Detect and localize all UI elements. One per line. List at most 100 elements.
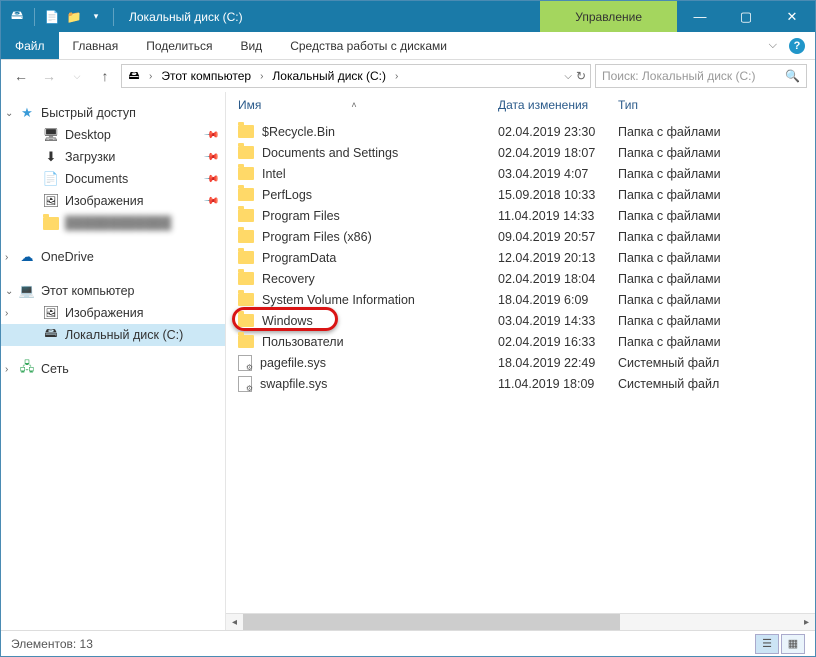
- file-row[interactable]: Intel03.04.2019 4:07Папка с файлами: [226, 163, 815, 184]
- folder-icon: [43, 215, 59, 231]
- sidebar-label: OneDrive: [41, 250, 94, 264]
- sidebar-quick-access[interactable]: ⌄ ★ Быстрый доступ: [1, 102, 225, 124]
- properties-icon[interactable]: 📄: [44, 9, 60, 25]
- qat-dropdown-icon[interactable]: ▾: [88, 9, 104, 25]
- sidebar-network[interactable]: › 🖧 Сеть: [1, 358, 225, 380]
- help-icon[interactable]: ?: [789, 38, 805, 54]
- chevron-down-icon[interactable]: ⌄: [5, 108, 13, 119]
- file-row[interactable]: Program Files11.04.2019 14:33Папка с фай…: [226, 205, 815, 226]
- file-name-cell[interactable]: Intel: [238, 167, 498, 181]
- file-name-cell[interactable]: Пользователи: [238, 335, 498, 349]
- sidebar-pictures-pc[interactable]: › 🖼 Изображения: [1, 302, 225, 324]
- drive-icon: 🖴: [9, 9, 25, 25]
- file-name-cell[interactable]: Program Files: [238, 209, 498, 223]
- file-row[interactable]: pagefile.sys18.04.2019 22:49Системный фа…: [226, 352, 815, 373]
- folder-icon: [238, 125, 254, 138]
- system-file-icon: [238, 376, 252, 392]
- file-row[interactable]: $Recycle.Bin02.04.2019 23:30Папка с файл…: [226, 121, 815, 142]
- column-date[interactable]: Дата изменения: [498, 98, 618, 112]
- folder-qat-icon[interactable]: 📁: [66, 9, 82, 25]
- address-dropdown-icon[interactable]: ⌵: [564, 71, 572, 82]
- recent-dropdown[interactable]: ⌵: [65, 64, 89, 88]
- forward-button[interactable]: →: [37, 64, 61, 88]
- address-right: ⌵ ↻: [564, 69, 586, 83]
- scroll-right-icon[interactable]: ▸: [798, 614, 815, 631]
- file-row[interactable]: Пользователи02.04.2019 16:33Папка с файл…: [226, 331, 815, 352]
- file-name-label: Documents and Settings: [262, 146, 398, 160]
- file-row[interactable]: Windows03.04.2019 14:33Папка с файлами: [226, 310, 815, 331]
- file-row[interactable]: swapfile.sys11.04.2019 18:09Системный фа…: [226, 373, 815, 394]
- details-view-button[interactable]: ☰: [755, 634, 779, 654]
- chevron-right-icon[interactable]: ›: [392, 71, 401, 82]
- tab-home[interactable]: Главная: [59, 32, 133, 59]
- sidebar-documents[interactable]: 📄 Documents 📌: [1, 168, 225, 190]
- file-name-label: $Recycle.Bin: [262, 125, 335, 139]
- file-name-cell[interactable]: $Recycle.Bin: [238, 125, 498, 139]
- breadcrumb-this-pc[interactable]: Этот компьютер: [159, 69, 253, 83]
- column-type[interactable]: Тип: [618, 98, 803, 112]
- scroll-thumb[interactable]: [243, 614, 620, 631]
- file-date-cell: 18.04.2019 6:09: [498, 293, 618, 307]
- file-name-cell[interactable]: Recovery: [238, 272, 498, 286]
- minimize-button[interactable]: —: [677, 1, 723, 32]
- breadcrumb-local-disk[interactable]: Локальный диск (C:): [270, 69, 388, 83]
- manage-tab[interactable]: Управление: [540, 1, 677, 32]
- file-row[interactable]: ProgramData12.04.2019 20:13Папка с файла…: [226, 247, 815, 268]
- explorer-window: 🖴 📄 📁 ▾ Локальный диск (C:) Управление —…: [0, 0, 816, 657]
- file-row[interactable]: System Volume Information18.04.2019 6:09…: [226, 289, 815, 310]
- ribbon-right: ⌵ ?: [769, 32, 815, 59]
- file-name-cell[interactable]: Program Files (x86): [238, 230, 498, 244]
- sidebar-desktop[interactable]: 🖥 Desktop 📌: [1, 124, 225, 146]
- file-row[interactable]: Recovery02.04.2019 18:04Папка с файлами: [226, 268, 815, 289]
- maximize-button[interactable]: ▢: [723, 1, 769, 32]
- sidebar-onedrive[interactable]: › ☁ OneDrive: [1, 246, 225, 268]
- chevron-right-icon[interactable]: ›: [5, 308, 8, 319]
- tab-view[interactable]: Вид: [226, 32, 276, 59]
- close-button[interactable]: ✕: [769, 1, 815, 32]
- search-input[interactable]: Поиск: Локальный диск (C:) 🔍: [595, 64, 807, 88]
- sidebar-local-disk[interactable]: 🖴 Локальный диск (C:): [1, 324, 225, 346]
- sidebar-pictures[interactable]: 🖼 Изображения 📌: [1, 190, 225, 212]
- file-name-cell[interactable]: Documents and Settings: [238, 146, 498, 160]
- file-row[interactable]: Program Files (x86)09.04.2019 20:57Папка…: [226, 226, 815, 247]
- sidebar-label: Изображения: [65, 306, 144, 320]
- chevron-down-icon[interactable]: ⌄: [5, 286, 13, 297]
- file-name-label: PerfLogs: [262, 188, 312, 202]
- chevron-right-icon[interactable]: ›: [146, 71, 155, 82]
- back-button[interactable]: ←: [9, 64, 33, 88]
- file-name-cell[interactable]: PerfLogs: [238, 188, 498, 202]
- chevron-right-icon[interactable]: ›: [257, 71, 266, 82]
- tab-file[interactable]: Файл: [1, 32, 59, 59]
- this-pc-group: ⌄ 💻 Этот компьютер › 🖼 Изображения 🖴 Лок…: [1, 280, 225, 346]
- file-name-cell[interactable]: Windows: [238, 314, 498, 328]
- pictures-icon: 🖼: [43, 305, 59, 321]
- file-name-cell[interactable]: pagefile.sys: [238, 355, 498, 371]
- refresh-icon[interactable]: ↻: [576, 69, 586, 83]
- file-name-cell[interactable]: ProgramData: [238, 251, 498, 265]
- sidebar-downloads[interactable]: ⬇ Загрузки 📌: [1, 146, 225, 168]
- file-row[interactable]: Documents and Settings02.04.2019 18:07Па…: [226, 142, 815, 163]
- sidebar-hidden-item[interactable]: ████████████: [1, 212, 225, 234]
- column-name[interactable]: Имя ˄: [238, 98, 498, 112]
- icons-view-button[interactable]: ▦: [781, 634, 805, 654]
- drive-icon: 🖴: [126, 68, 142, 84]
- chevron-right-icon[interactable]: ›: [5, 252, 8, 263]
- horizontal-scrollbar[interactable]: ◂ ▸: [226, 613, 815, 630]
- scroll-track[interactable]: [243, 614, 798, 631]
- tab-disk-tools[interactable]: Средства работы с дисками: [276, 32, 461, 59]
- sidebar-label: Documents: [65, 172, 128, 186]
- file-row[interactable]: PerfLogs15.09.2018 10:33Папка с файлами: [226, 184, 815, 205]
- file-name-cell[interactable]: swapfile.sys: [238, 376, 498, 392]
- ribbon-expand-icon[interactable]: ⌵: [769, 39, 777, 52]
- sidebar-this-pc[interactable]: ⌄ 💻 Этот компьютер: [1, 280, 225, 302]
- file-type-cell: Папка с файлами: [618, 209, 803, 223]
- scroll-left-icon[interactable]: ◂: [226, 614, 243, 631]
- up-button[interactable]: ↑: [93, 64, 117, 88]
- address-bar[interactable]: 🖴 › Этот компьютер › Локальный диск (C:)…: [121, 64, 591, 88]
- chevron-right-icon[interactable]: ›: [5, 364, 8, 375]
- onedrive-icon: ☁: [19, 249, 35, 265]
- tab-share[interactable]: Поделиться: [132, 32, 226, 59]
- navigation-pane[interactable]: ⌄ ★ Быстрый доступ 🖥 Desktop 📌 ⬇ Загрузк…: [1, 92, 226, 630]
- file-name-cell[interactable]: System Volume Information: [238, 293, 498, 307]
- file-rows[interactable]: $Recycle.Bin02.04.2019 23:30Папка с файл…: [226, 119, 815, 613]
